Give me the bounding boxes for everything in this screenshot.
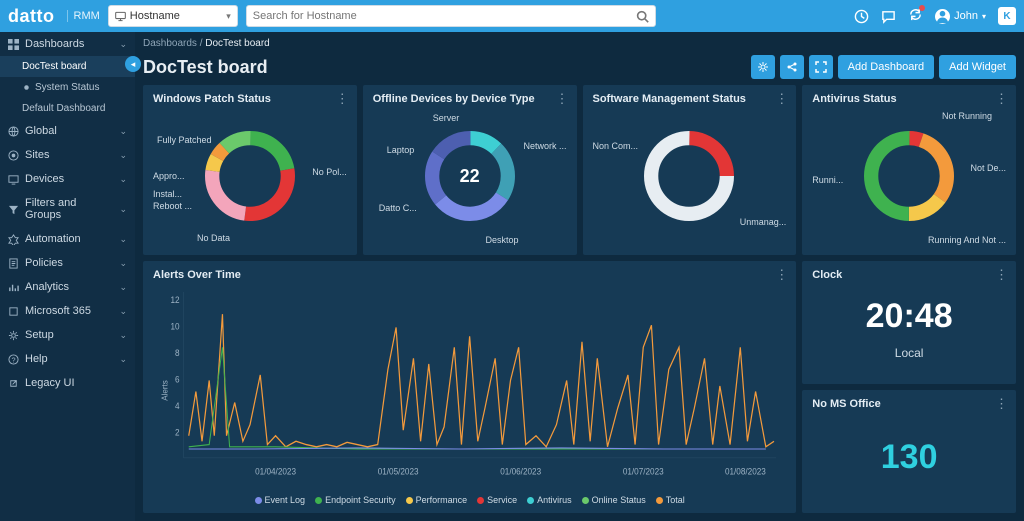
donut-chart — [639, 126, 739, 226]
add-dashboard-button[interactable]: Add Dashboard — [838, 55, 934, 79]
line-chart: Alerts 12108 642 01/04/2023 01/05/202301… — [153, 281, 786, 491]
widget-alerts: Alerts Over Time ⋮ Alerts 12108 642 01/0 — [143, 261, 796, 513]
sites-icon — [8, 150, 19, 161]
gear-icon — [757, 61, 769, 73]
share-button[interactable] — [780, 55, 804, 79]
svg-text:01/04/2023: 01/04/2023 — [255, 466, 296, 476]
svg-text:01/08/2023: 01/08/2023 — [725, 466, 766, 476]
automation-icon — [8, 234, 19, 245]
user-menu[interactable]: John ▾ — [935, 9, 986, 24]
device-icon — [115, 11, 126, 22]
sidebar-item-analytics[interactable]: Analytics⌄ — [0, 275, 135, 299]
brand-logo: datto — [8, 6, 55, 27]
widget-patch: Windows Patch Status ⋮ Fully Patched No … — [143, 85, 357, 255]
help-icon: ? — [8, 354, 19, 365]
donut-chart — [859, 126, 959, 226]
sidebar-item-policies[interactable]: Policies⌄ — [0, 251, 135, 275]
svg-text:01/05/2023: 01/05/2023 — [378, 466, 419, 476]
share-icon — [786, 61, 798, 73]
sidebar-sub-default[interactable]: Default Dashboard — [0, 98, 135, 119]
chevron-down-icon: ▾ — [982, 12, 986, 21]
chevron-down-icon: ⌄ — [119, 39, 127, 50]
chart-legend: Event Log Endpoint Security Performance … — [153, 491, 786, 505]
search-input-wrap[interactable] — [246, 5, 656, 27]
svg-text:01/07/2023: 01/07/2023 — [623, 466, 664, 476]
chevron-down-icon: ▾ — [226, 11, 231, 22]
search-input[interactable] — [253, 10, 636, 22]
chat-icon[interactable] — [881, 9, 896, 24]
sidebar-item-help[interactable]: ?Help⌄ — [0, 347, 135, 371]
brand-sub: RMM — [67, 10, 100, 22]
avatar — [935, 9, 950, 24]
add-widget-button[interactable]: Add Widget — [939, 55, 1016, 79]
svg-text:12: 12 — [170, 295, 179, 305]
svg-text:4: 4 — [175, 401, 180, 411]
sidebar-sub-system-status[interactable]: System Status — [0, 77, 135, 98]
widget-swmgmt: Software Management Status ⋮ Non Com... … — [583, 85, 797, 255]
topbar: datto RMM Hostname ▾ John ▾ K — [0, 0, 1024, 32]
fullscreen-button[interactable] — [809, 55, 833, 79]
sidebar-item-dashboards[interactable]: Dashboards⌄ — [0, 32, 135, 56]
expand-icon — [815, 61, 827, 73]
sidebar-item-devices[interactable]: Devices⌄ — [0, 167, 135, 191]
clock-time: 20:48 — [812, 297, 1006, 336]
sidebar-sub-doctest[interactable]: DocTest board — [0, 56, 135, 77]
stat-value: 130 — [881, 438, 938, 477]
svg-text:8: 8 — [175, 348, 180, 358]
sidebar-item-legacy[interactable]: Legacy UI — [0, 371, 135, 395]
refresh-icon[interactable] — [908, 7, 923, 25]
widget-menu-icon[interactable]: ⋮ — [995, 267, 1008, 283]
external-icon — [8, 378, 19, 389]
filter-icon — [8, 204, 19, 215]
grid-icon — [8, 39, 19, 50]
sidebar-item-automation[interactable]: Automation⌄ — [0, 227, 135, 251]
svg-text:6: 6 — [175, 374, 180, 384]
widget-offline: Offline Devices by Device Type ⋮ 22 Serv… — [363, 85, 577, 255]
app-switcher-icon[interactable]: K — [998, 7, 1016, 25]
svg-text:01/06/2023: 01/06/2023 — [500, 466, 541, 476]
svg-text:10: 10 — [170, 321, 179, 331]
widget-clock: Clock ⋮ 20:48 Local — [802, 261, 1016, 384]
sidebar: ◂ Dashboards⌄ DocTest board System Statu… — [0, 32, 135, 521]
widget-stat: No MS Office ⋮ 130 — [802, 390, 1016, 513]
m365-icon — [8, 306, 19, 317]
main-content: Dashboards / DocTest board DocTest board… — [135, 32, 1024, 521]
device-icon — [8, 174, 19, 185]
clock-zone: Local — [812, 346, 1006, 360]
sidebar-item-global[interactable]: Global⌄ — [0, 119, 135, 143]
svg-text:2: 2 — [175, 427, 180, 437]
policies-icon — [8, 258, 19, 269]
breadcrumb: Dashboards / DocTest board — [143, 38, 1016, 49]
settings-button[interactable] — [751, 55, 775, 79]
sidebar-item-m365[interactable]: Microsoft 365⌄ — [0, 299, 135, 323]
gear-icon — [8, 330, 19, 341]
donut-chart — [200, 126, 300, 226]
sidebar-item-sites[interactable]: Sites⌄ — [0, 143, 135, 167]
clock-icon[interactable] — [854, 9, 869, 24]
sidebar-collapse-button[interactable]: ◂ — [125, 56, 141, 72]
svg-text:?: ? — [11, 355, 15, 364]
topbar-actions: John ▾ K — [854, 7, 1016, 25]
widget-menu-icon[interactable]: ⋮ — [995, 396, 1008, 412]
search-icon — [636, 10, 649, 23]
sidebar-item-filters[interactable]: Filters and Groups⌄ — [0, 191, 135, 227]
analytics-icon — [8, 282, 19, 293]
page-title: DocTest board — [143, 57, 268, 78]
globe-icon — [8, 126, 19, 137]
widget-antivirus: Antivirus Status ⋮ Not Running Not De...… — [802, 85, 1016, 255]
sidebar-item-setup[interactable]: Setup⌄ — [0, 323, 135, 347]
search-filter-select[interactable]: Hostname ▾ — [108, 5, 238, 27]
